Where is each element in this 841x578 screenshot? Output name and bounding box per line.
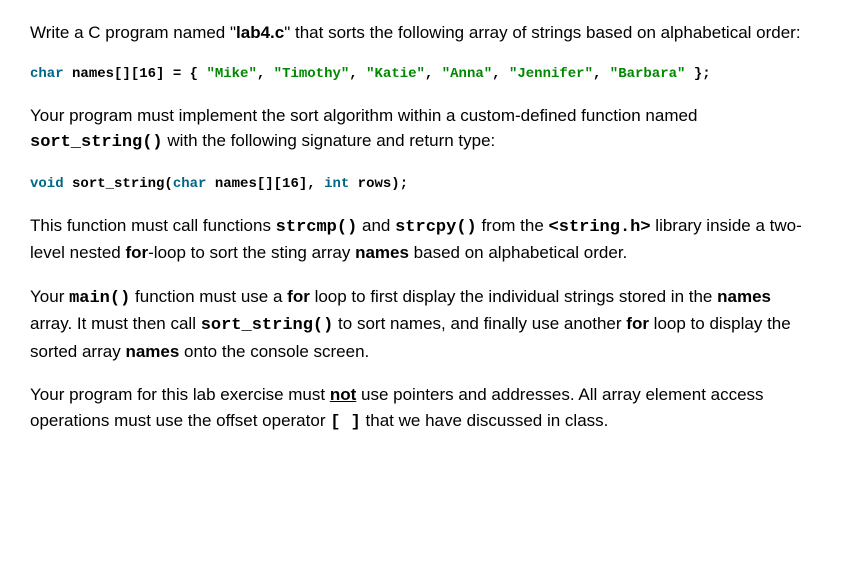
paragraph-intro: Write a C program named "lab4.c" that so… bbox=[30, 20, 811, 46]
bold-text: names bbox=[717, 287, 771, 306]
text: that we have discussed in class. bbox=[361, 411, 609, 430]
text: with the following signature and return … bbox=[163, 131, 496, 150]
bold-text: names bbox=[355, 243, 409, 262]
paragraph-strcmp: This function must call functions strcmp… bbox=[30, 213, 811, 266]
text: to sort names, and finally use another bbox=[333, 314, 626, 333]
code-inline: sort_string() bbox=[201, 316, 334, 335]
code-text: , bbox=[492, 66, 509, 82]
paragraph-main: Your main() function must use a for loop… bbox=[30, 284, 811, 365]
code-text: }; bbox=[685, 66, 710, 82]
filename: lab4.c bbox=[236, 23, 284, 42]
code-text: rows); bbox=[349, 176, 408, 192]
text: Your program for this lab exercise must bbox=[30, 385, 330, 404]
string-literal: "Katie" bbox=[366, 66, 425, 82]
text: function must use a bbox=[130, 287, 287, 306]
code-text: , bbox=[349, 66, 366, 82]
code-inline: <string.h> bbox=[549, 218, 651, 237]
text: Your program must implement the sort alg… bbox=[30, 106, 697, 125]
text: " that sorts the following array of stri… bbox=[284, 23, 800, 42]
bold-text: names bbox=[125, 342, 179, 361]
code-text: names[][16] = { bbox=[64, 66, 207, 82]
text: and bbox=[357, 216, 395, 235]
code-text: names[][16], bbox=[206, 176, 324, 192]
code-text: , bbox=[425, 66, 442, 82]
code-inline: strcpy() bbox=[395, 218, 477, 237]
code-text: , bbox=[593, 66, 610, 82]
text: based on alphabetical order. bbox=[409, 243, 627, 262]
string-literal: "Barbara" bbox=[610, 66, 686, 82]
code-array-declaration: char names[][16] = { "Mike", "Timothy", … bbox=[30, 64, 811, 85]
string-literal: "Jennifer" bbox=[509, 66, 593, 82]
code-inline: strcmp() bbox=[276, 218, 358, 237]
bold-text: for bbox=[626, 314, 649, 333]
text: Write a C program named " bbox=[30, 23, 236, 42]
keyword-int: int bbox=[324, 176, 349, 192]
keyword-char: char bbox=[30, 66, 64, 82]
text: -loop to sort the sting array bbox=[148, 243, 355, 262]
code-inline: main() bbox=[69, 289, 130, 308]
text: from the bbox=[477, 216, 549, 235]
text: loop to first display the individual str… bbox=[310, 287, 717, 306]
text: onto the console screen. bbox=[179, 342, 369, 361]
string-literal: "Mike" bbox=[206, 66, 256, 82]
code-function-signature: void sort_string(char names[][16], int r… bbox=[30, 174, 811, 195]
paragraph-constraints: Your program for this lab exercise must … bbox=[30, 382, 811, 435]
code-text: sort_string( bbox=[64, 176, 173, 192]
code-inline: sort_string() bbox=[30, 133, 163, 152]
paragraph-function-desc: Your program must implement the sort alg… bbox=[30, 103, 811, 156]
code-text: , bbox=[257, 66, 274, 82]
emphasis-not: not bbox=[330, 385, 356, 404]
code-inline: [ ] bbox=[330, 413, 361, 432]
text: This function must call functions bbox=[30, 216, 276, 235]
string-literal: "Timothy" bbox=[274, 66, 350, 82]
text: Your bbox=[30, 287, 69, 306]
text: array. It must then call bbox=[30, 314, 201, 333]
keyword-char: char bbox=[173, 176, 207, 192]
bold-text: for bbox=[287, 287, 310, 306]
keyword-void: void bbox=[30, 176, 64, 192]
string-literal: "Anna" bbox=[442, 66, 492, 82]
bold-text: for bbox=[125, 243, 148, 262]
